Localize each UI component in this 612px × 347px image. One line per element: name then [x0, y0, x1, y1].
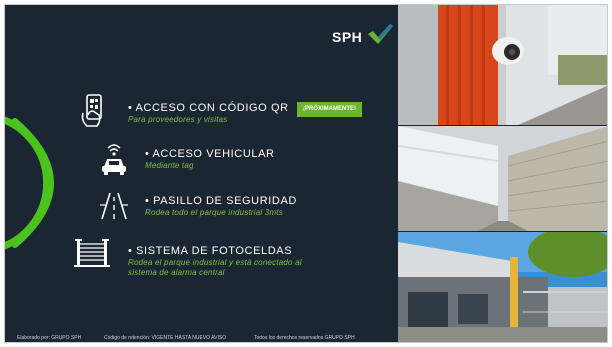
qr-phone-icon — [81, 94, 102, 127]
feature-security-corridor: • PASILLO DE SEGURIDAD Rodea todo el par… — [145, 195, 297, 218]
feature-title: • ACCESO VEHICULAR — [145, 148, 275, 160]
fence-icon — [74, 239, 110, 267]
feature-vehicle-access: • ACCESO VEHICULAR Mediante tag — [145, 148, 275, 171]
logo-text: SPH — [332, 29, 363, 45]
feature-subtitle: Rodea todo el parque industrial 3mts — [145, 208, 283, 217]
corridor-icon — [100, 192, 128, 220]
feature-qr-access: • ACCESO CON CÓDIGO QR Para proveedores … — [128, 102, 289, 125]
feature-title: • PASILLO DE SEGURIDAD — [145, 195, 297, 207]
feature-subtitle: Para proveedores y visitas — [128, 115, 228, 124]
slide-frame: SPH • ACCESO CON CÓDIGO QR Para proveedo… — [4, 4, 608, 343]
photo-camera-post — [398, 5, 607, 125]
slide-panel: SPH • ACCESO CON CÓDIGO QR Para proveedo… — [5, 5, 398, 342]
feature-subtitle: Mediante tag — [145, 161, 194, 170]
coming-soon-badge: ¡PRÓXIMAMENTE! — [297, 102, 362, 117]
footer-rights: Todos los derechos reservados GRUPO SPH — [254, 335, 355, 341]
photo-column — [398, 5, 607, 342]
feature-title: • SISTEMA DE FOTOCELDAS — [128, 245, 293, 257]
footer-made-by: Elaborado por: GRUPO SPH — [17, 335, 82, 341]
check-icon — [368, 24, 393, 44]
feature-subtitle-line1: Rodea el parque industrial y está conect… — [128, 258, 302, 267]
footer-retention: Código de retención: VIGENTE HASTA NUEVO… — [104, 335, 227, 341]
photo-perimeter-wall — [398, 126, 607, 231]
photo-entrance-gate — [398, 232, 607, 342]
feature-title: • ACCESO CON CÓDIGO QR — [128, 102, 289, 114]
sph-logo: SPH — [332, 24, 393, 47]
feature-subtitle-line2: sistema de alarma central — [128, 268, 225, 277]
feature-photocell-system: • SISTEMA DE FOTOCELDAS Rodea el parque … — [128, 245, 302, 278]
car-wireless-icon — [102, 144, 126, 175]
